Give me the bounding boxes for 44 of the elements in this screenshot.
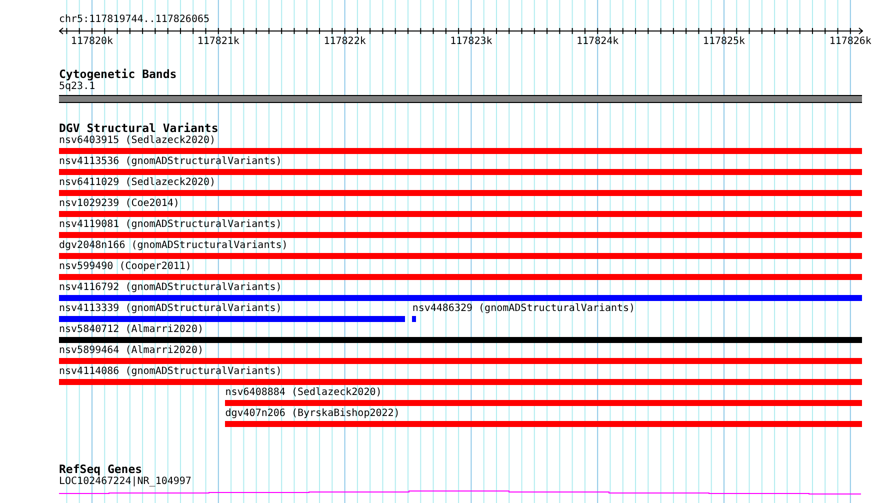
variant-bar[interactable]	[59, 169, 862, 175]
variant-label[interactable]: nsv6403915 (Sedlazeck2020)	[59, 135, 216, 147]
ruler-tick-label: 117826k	[829, 36, 872, 47]
variant-label[interactable]: nsv5840712 (Almarri2020)	[59, 324, 204, 336]
variant-bar[interactable]	[59, 295, 862, 301]
variant-bar[interactable]	[59, 232, 862, 238]
track-title: RefSeq Genes	[59, 463, 142, 476]
ruler-tick-label: 117825k	[702, 36, 746, 47]
variant-label[interactable]: nsv4114086 (gnomADStructuralVariants)	[59, 366, 282, 378]
location-label: chr5:117819744..117826065	[59, 14, 210, 26]
variant-label[interactable]: dgv2048n166 (gnomADStructuralVariants)	[59, 240, 288, 252]
track-title: Cytogenetic Bands	[59, 68, 177, 81]
variant-label[interactable]: nsv6411029 (Sedlazeck2020)	[59, 177, 216, 189]
ruler-tick-label: 117820k	[70, 36, 114, 47]
variant-label[interactable]: nsv599490 (Cooper2011)	[59, 261, 192, 273]
variant-label[interactable]: nsv4116792 (gnomADStructuralVariants)	[59, 282, 282, 294]
variant-bar[interactable]	[225, 400, 862, 406]
ruler-tick-label: 117823k	[450, 36, 492, 47]
variant-bar[interactable]	[59, 148, 862, 154]
variant-bar[interactable]	[59, 337, 862, 343]
variant-label[interactable]: nsv5899464 (Almarri2020)	[59, 345, 204, 357]
gene-feature-line[interactable]	[59, 489, 862, 495]
variant-bar[interactable]	[59, 316, 406, 322]
variant-bar[interactable]	[59, 211, 862, 217]
ruler-tick-label: 117824k	[576, 36, 619, 47]
variant-bar[interactable]	[59, 358, 862, 364]
ruler-tick-label: 117822k	[324, 36, 366, 47]
variant-bar[interactable]	[412, 316, 416, 322]
variant-label[interactable]: nsv4113339 (gnomADStructuralVariants)	[59, 303, 282, 315]
band-label: 5q23.1	[59, 81, 96, 93]
variant-bar[interactable]	[59, 379, 862, 385]
variant-label[interactable]: nsv4113536 (gnomADStructuralVariants)	[59, 156, 282, 168]
gene-label[interactable]: LOC102467224|NR_104997	[59, 476, 192, 488]
variant-bar[interactable]	[225, 421, 862, 427]
variant-label[interactable]: nsv1029239 (Coe2014)	[59, 198, 180, 210]
variant-label[interactable]: nsv4119081 (gnomADStructuralVariants)	[59, 219, 282, 231]
track-title: DGV Structural Variants	[59, 122, 218, 135]
variant-bar[interactable]	[59, 253, 862, 259]
variant-label[interactable]: dgv407n206 (ByrskaBishop2022)	[225, 408, 400, 420]
variant-label[interactable]: nsv6408884 (Sedlazeck2020)	[225, 387, 382, 399]
variant-bar[interactable]	[59, 274, 862, 280]
variant-bar[interactable]	[59, 190, 862, 196]
variant-label[interactable]: nsv4486329 (gnomADStructuralVariants)	[412, 303, 636, 315]
ruler-tick-label: 117821k	[197, 36, 240, 47]
